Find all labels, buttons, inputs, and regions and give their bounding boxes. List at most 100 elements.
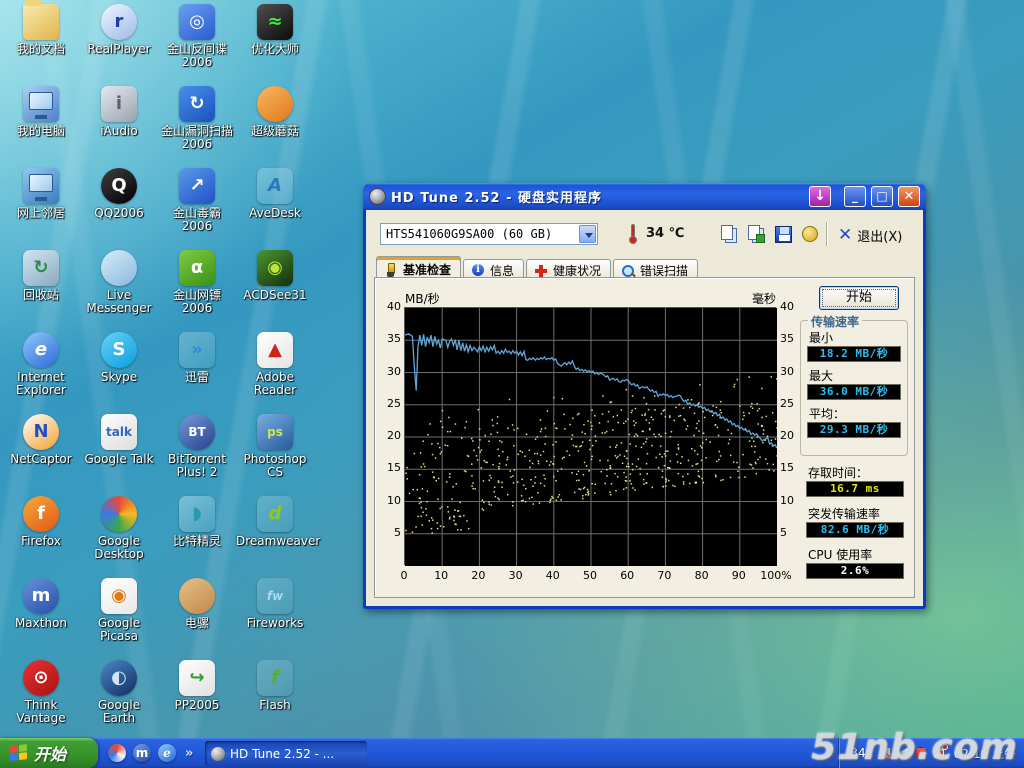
desktop-icon-acdsee31[interactable]: ◉ACDSee31	[236, 250, 314, 302]
drive-selector-value: HTS541060G9SA00 (60 GB)	[386, 227, 552, 241]
desktop-icon-flash[interactable]: fFlash	[236, 660, 314, 712]
desktop-icon-avedesk[interactable]: AAveDesk	[236, 168, 314, 220]
bittorrent-plus2-icon: BT	[179, 414, 215, 450]
desktop-icon-qq2006[interactable]: Q QQ2006	[80, 168, 158, 220]
bitspirit-icon: ◗	[179, 496, 215, 532]
desktop-icon-skype[interactable]: SSkype	[80, 332, 158, 384]
desktop-icon-iaudio[interactable]: iiAudio	[80, 86, 158, 138]
desktop-icon-google-talk[interactable]: talk Google Talk	[80, 414, 158, 466]
desktop-icon-kingsoft-duba-2006[interactable]: ↗金山毒霸 2006	[158, 168, 236, 233]
desktop: 我的文档rRealPlayer◎金山反间谍 2006≈优化大师我的电脑iiAud…	[0, 0, 1024, 768]
network-places-icon	[23, 168, 59, 204]
desktop-icon-firefox[interactable]: fFirefox	[2, 496, 80, 548]
kingsoft-antispyware-2006-label: 金山反间谍 2006	[158, 43, 236, 69]
avedesk-icon: A	[257, 168, 293, 204]
desktop-icon-adobe-reader[interactable]: ▲Adobe Reader	[236, 332, 314, 397]
desktop-icon-kingsoft-vulnscan-2006[interactable]: ↻金山漏洞扫描 2006	[158, 86, 236, 151]
dreamweaver-label: Dreamweaver	[236, 535, 314, 548]
kingsoft-duba-2006-icon: ↗	[179, 168, 215, 204]
y-tick: 5	[780, 526, 806, 539]
desktop-icon-photoshop-cs[interactable]: psPhotoshop CS	[236, 414, 314, 479]
quicklaunch-chevron[interactable]: »	[185, 746, 193, 761]
hdtune-task-icon	[211, 747, 225, 761]
titlebar[interactable]: HD Tune 2.52 - 硬盘实用程序 ↓ _ □ ✕	[363, 183, 926, 210]
start-menu-button[interactable]: 开始	[0, 738, 98, 768]
desktop-icon-kingsoft-antispyware-2006[interactable]: ◎金山反间谍 2006	[158, 4, 236, 69]
desktop-icon-bittorrent-plus2[interactable]: BTBitTorrent Plus! 2	[158, 414, 236, 479]
close-button[interactable]: ✕	[898, 186, 920, 207]
desktop-icon-my-documents[interactable]: 我的文档	[2, 4, 80, 56]
desktop-icon-super-mushroom[interactable]: 超级蘑菇	[236, 86, 314, 138]
browser-sphere-icon[interactable]	[108, 744, 126, 762]
desktop-icon-youhua-dashi[interactable]: ≈优化大师	[236, 4, 314, 56]
google-talk-icon: talk	[101, 414, 137, 450]
tab-health[interactable]: 健康状况	[526, 259, 611, 278]
desktop-icon-dreamweaver[interactable]: d Dreamweaver	[236, 496, 314, 548]
google-picasa-icon: ◉	[101, 578, 137, 614]
options-button[interactable]	[799, 223, 823, 247]
desktop-icon-recycle-bin[interactable]: ↻回收站	[2, 250, 80, 302]
x-tick: 60	[609, 569, 645, 582]
internet-explorer-quicklaunch-icon[interactable]: e	[158, 744, 176, 762]
health-cross-icon	[534, 264, 548, 278]
maximize-button[interactable]: □	[871, 186, 893, 207]
desktop-icon-netcaptor[interactable]: NNetCaptor	[2, 414, 80, 466]
exit-button[interactable]: ✕ 退出(X)	[838, 224, 902, 246]
qq2006-icon: Q	[101, 168, 137, 204]
desktop-icon-kingsoft-netguard-2006[interactable]: α金山网镖 2006	[158, 250, 236, 315]
maxthon-quicklaunch-icon[interactable]: m	[133, 744, 151, 762]
update-arrow-button[interactable]: ↓	[809, 186, 831, 207]
desktop-icon-internet-explorer[interactable]: eInternet Explorer	[2, 332, 80, 397]
desktop-icon-google-desktop[interactable]: Google Desktop	[80, 496, 158, 561]
minimize-button[interactable]: _	[844, 186, 866, 207]
chevron-down-icon[interactable]	[579, 225, 596, 243]
live-messenger-icon	[101, 250, 137, 286]
display-muted-tray-icon[interactable]: ✕	[878, 746, 892, 760]
copy-image-button[interactable]	[745, 223, 769, 247]
desktop-icon-xunlei[interactable]: »迅雷	[158, 332, 236, 384]
y-tick: 30	[375, 365, 401, 378]
pp2005-icon: ↪	[179, 660, 215, 696]
copy-text-button[interactable]	[718, 223, 742, 247]
desktop-icon-emule[interactable]: 电骡	[158, 578, 236, 630]
dreamweaver-icon: d	[257, 496, 293, 532]
tab-info[interactable]: 信息	[463, 259, 524, 278]
netcaptor-icon: N	[23, 414, 59, 450]
tray-clock: 02:10 上午	[954, 745, 1016, 762]
y-tick: 10	[375, 494, 401, 507]
desktop-icon-google-earth[interactable]: ◐Google Earth	[80, 660, 158, 725]
save-screenshot-button[interactable]	[772, 223, 796, 247]
thinkvantage-label: Think Vantage	[2, 699, 80, 725]
super-mushroom-label: 超级蘑菇	[236, 125, 314, 138]
flash-icon: f	[257, 660, 293, 696]
desktop-icon-network-places[interactable]: 网上邻居	[2, 168, 80, 220]
desktop-icon-pp2005[interactable]: ↪PP2005	[158, 660, 236, 712]
photoshop-cs-label: Photoshop CS	[236, 453, 314, 479]
antivirus-shield-tray-icon[interactable]	[914, 746, 928, 760]
thinkvantage-icon: ⊙	[23, 660, 59, 696]
desktop-icon-realplayer[interactable]: rRealPlayer	[80, 4, 158, 56]
monitor-meter-tray-icon[interactable]	[932, 746, 946, 760]
desktop-icon-bitspirit[interactable]: ◗比特精灵	[158, 496, 236, 548]
chart-plot	[404, 307, 776, 565]
min-value: 18.2 MB/秒	[807, 346, 901, 362]
desktop-icon-google-picasa[interactable]: ◉Google Picasa	[80, 578, 158, 643]
desktop-icon-maxthon[interactable]: mMaxthon	[2, 578, 80, 630]
desktop-icon-fireworks[interactable]: fwFireworks	[236, 578, 314, 630]
speaker-muted-tray-icon[interactable]: ✕	[896, 746, 910, 760]
x-tick: 20	[460, 569, 496, 582]
desktop-icon-my-computer[interactable]: 我的电脑	[2, 86, 80, 138]
google-desktop-icon	[101, 496, 137, 532]
desktop-icon-live-messenger[interactable]: Live Messenger	[80, 250, 158, 315]
drive-selector[interactable]: HTS541060G9SA00 (60 GB)	[380, 223, 598, 245]
google-talk-label: Google Talk	[80, 453, 158, 466]
internet-explorer-label: Internet Explorer	[2, 371, 80, 397]
tab-benchmark[interactable]: 基准检查	[376, 256, 461, 278]
qq2006-label: QQ2006	[80, 207, 158, 220]
hdtune-task-button[interactable]: HD Tune 2.52 - ...	[205, 741, 367, 766]
y-tick: 35	[375, 332, 401, 345]
tab-error-scan[interactable]: 错误扫描	[613, 259, 698, 278]
benchmark-panel: MB/秒 毫秒 40403535303025252020151510105501…	[374, 277, 915, 598]
desktop-icon-thinkvantage[interactable]: ⊙ Think Vantage	[2, 660, 80, 725]
start-benchmark-button[interactable]: 开始	[819, 286, 899, 310]
